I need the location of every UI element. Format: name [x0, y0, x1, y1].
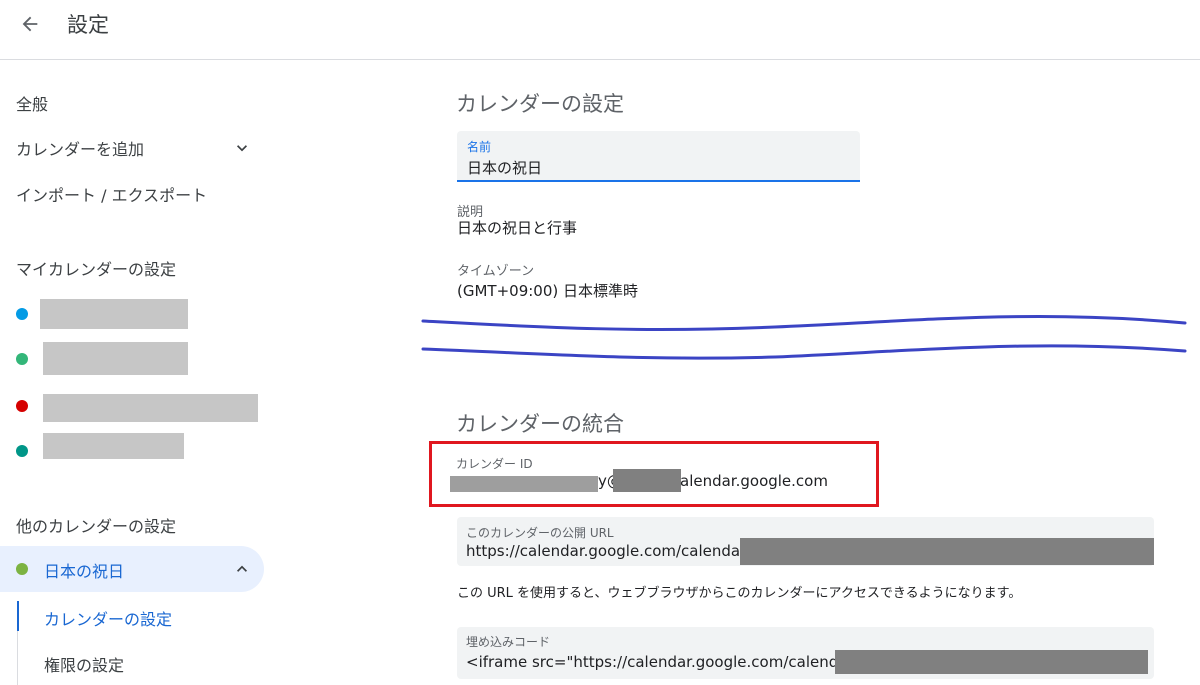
- other-calendars-heading: 他のカレンダーの設定: [16, 517, 177, 536]
- arrow-back-icon: [22, 16, 38, 32]
- redacted-url-part: [740, 538, 1154, 565]
- selected-calendar-label: 日本の祝日: [44, 562, 125, 581]
- calendar-color-dot: [16, 400, 28, 412]
- my-calendars-heading: マイカレンダーの設定: [16, 260, 177, 279]
- name-field[interactable]: 名前 日本の祝日: [457, 131, 860, 182]
- calendar-color-dot: [16, 353, 28, 365]
- public-url-help-text: この URL を使用すると、ウェブブラウザからこのカレンダーにアクセスできるよう…: [457, 586, 1022, 601]
- active-indicator: [17, 601, 19, 631]
- back-button[interactable]: [14, 8, 46, 40]
- sidebar-item-general[interactable]: 全般: [16, 91, 48, 115]
- page-title: 設定: [67, 13, 109, 37]
- embed-code-field[interactable]: 埋め込みコード <iframe src="https://calendar.go…: [457, 627, 1154, 679]
- public-url-field[interactable]: このカレンダーの公開 URL https://calendar.google.c…: [457, 517, 1154, 566]
- chevron-up-icon[interactable]: [232, 559, 252, 579]
- calendar-integration-heading: カレンダーの統合: [456, 412, 624, 436]
- redacted-calendar-name: [43, 433, 184, 459]
- calendar-color-dot: [16, 563, 28, 575]
- calendar-color-dot: [16, 308, 28, 320]
- tree-divider: [17, 631, 18, 685]
- my-calendar-item-4[interactable]: [0, 433, 270, 469]
- description-value: 日本の祝日と行事: [457, 219, 578, 237]
- redacted-calendar-name: [43, 394, 258, 422]
- embed-code-label: 埋め込みコード: [466, 635, 551, 649]
- calendar-settings-heading: カレンダーの設定: [456, 92, 624, 116]
- embed-code-value: <iframe src="https://calendar.google.com…: [466, 653, 859, 671]
- sidebar-item-import-export[interactable]: インポート / エクスポート: [16, 182, 207, 206]
- sidebar-subitem-calendar-settings[interactable]: カレンダーの設定: [44, 606, 172, 630]
- omission-wave-mark: [421, 314, 1187, 360]
- my-calendar-item-1[interactable]: [0, 296, 270, 332]
- name-field-value: 日本の祝日: [467, 159, 543, 177]
- chevron-down-icon[interactable]: [232, 138, 252, 158]
- sidebar-item-japan-holidays[interactable]: 日本の祝日: [0, 546, 264, 592]
- highlight-annotation-box: [429, 441, 879, 507]
- redacted-calendar-name: [40, 299, 188, 329]
- name-field-label: 名前: [467, 140, 492, 154]
- redacted-embed-part: [835, 650, 1148, 674]
- app-header: 設定: [0, 0, 1200, 60]
- timezone-label: タイムゾーン: [457, 264, 535, 279]
- my-calendar-item-3[interactable]: [0, 388, 270, 424]
- public-url-label: このカレンダーの公開 URL: [466, 526, 614, 540]
- public-url-value: https://calendar.google.com/calendar/: [466, 542, 752, 560]
- settings-sidebar: 全般 カレンダーを追加 インポート / エクスポート マイカレンダーの設定 他の…: [0, 61, 280, 685]
- redacted-calendar-name: [43, 342, 188, 375]
- calendar-color-dot: [16, 445, 28, 457]
- sidebar-subitem-permissions[interactable]: 権限の設定: [44, 652, 124, 676]
- my-calendar-item-2[interactable]: [0, 341, 270, 377]
- timezone-value: (GMT+09:00) 日本標準時: [457, 282, 638, 300]
- sidebar-item-add-calendar[interactable]: カレンダーを追加: [16, 136, 144, 160]
